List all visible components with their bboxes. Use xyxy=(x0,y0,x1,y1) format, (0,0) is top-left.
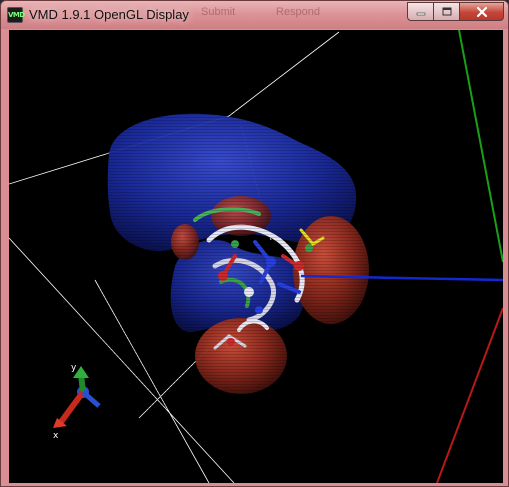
vmd-app-icon[interactable]: VMD xyxy=(7,7,25,23)
minimize-icon xyxy=(416,12,425,15)
background-tab-respond: Respond xyxy=(276,6,321,18)
maximize-button[interactable] xyxy=(433,2,459,21)
y-axis-label: y xyxy=(71,363,77,373)
axis-line-green xyxy=(458,30,503,263)
close-button[interactable] xyxy=(459,2,504,21)
vmd-display-window: VMD VMD 1.9.1 OpenGL Display Submit Resp… xyxy=(0,0,509,487)
close-icon xyxy=(476,6,487,17)
opengl-viewport[interactable]: y x xyxy=(9,30,503,483)
maximize-icon xyxy=(442,7,451,15)
caption-buttons xyxy=(407,2,504,21)
background-tab-submit: Submit xyxy=(201,6,236,18)
title-bar[interactable]: VMD VMD 1.9.1 OpenGL Display Submit Resp… xyxy=(1,1,508,29)
molecule-scene: y x xyxy=(9,30,503,483)
render-overlay xyxy=(99,110,399,410)
axis-line-red xyxy=(436,307,503,483)
minimize-button[interactable] xyxy=(407,2,433,21)
window-title: VMD 1.9.1 OpenGL Display xyxy=(29,7,189,22)
x-axis-label: x xyxy=(53,431,59,441)
axes-indicator: y x xyxy=(53,363,101,441)
